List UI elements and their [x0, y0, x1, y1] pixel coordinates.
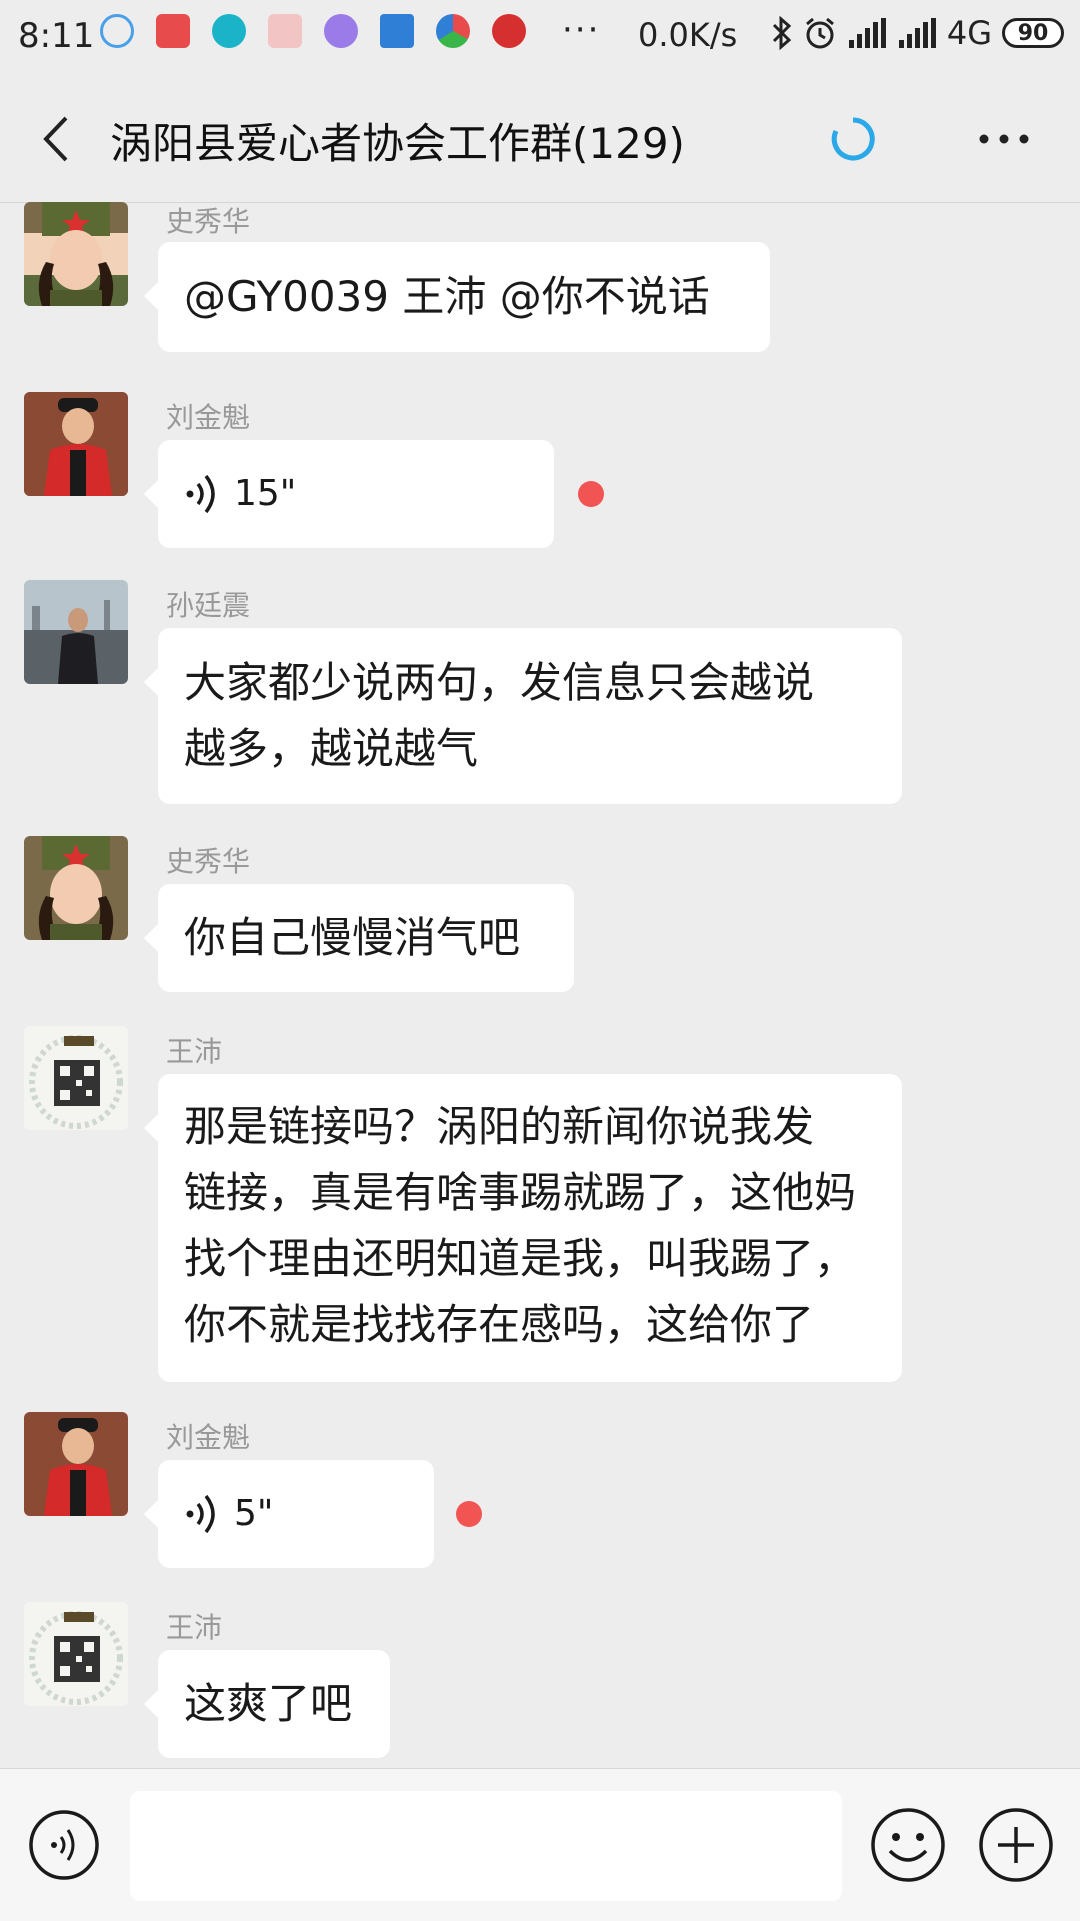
message-bubble[interactable]: 这爽了吧 [144, 1650, 390, 1758]
app-notification-icon [156, 14, 190, 48]
message-input[interactable] [130, 1791, 842, 1901]
message-line: 越多，越说越气 [184, 724, 479, 773]
qq-notification-icon [100, 14, 134, 48]
alarm-icon [805, 17, 834, 49]
unread-voice-dot [578, 481, 604, 507]
loading-spinner-icon [831, 117, 875, 161]
input-bar [0, 1768, 1080, 1921]
qr-badge-avatar-icon [24, 1026, 128, 1130]
browser-notification-icon [212, 14, 246, 48]
message-list[interactable]: 史秀华 @GY0039 王沛 @你不说话 刘金魁 15" 孙廷震 大家都少说两句… [0, 202, 1080, 1768]
bluetooth-icon [772, 16, 792, 50]
avatar[interactable] [24, 1026, 128, 1130]
qr-badge-avatar-icon [24, 1602, 128, 1706]
red-vest-avatar-icon [24, 1412, 128, 1516]
network-type: 4G [946, 14, 992, 52]
back-arrow-icon[interactable] [36, 114, 76, 164]
message-bubble[interactable]: @GY0039 王沛 @你不说话 [144, 242, 770, 352]
avatar[interactable] [24, 1602, 128, 1706]
sender-name: 王沛 [166, 1611, 223, 1644]
sender-name: 刘金魁 [166, 1421, 251, 1454]
message-bubble[interactable]: 那是链接吗？涡阳的新闻你说我发 链接，真是有啥事踢就踢了，这他妈 找个理由还明知… [144, 1074, 902, 1382]
signal-icon [848, 18, 886, 48]
more-options-icon[interactable] [976, 116, 1032, 162]
sender-name: 史秀华 [166, 205, 251, 238]
river-photo-avatar-icon [24, 580, 128, 684]
app-notification-icon [380, 14, 414, 48]
message-bubble[interactable]: 大家都少说两句，发信息只会越说 越多，越说越气 [144, 628, 902, 804]
message-line: 链接，真是有啥事踢就踢了，这他妈 [184, 1168, 857, 1217]
plus-icon[interactable] [978, 1807, 1054, 1883]
sender-name: 史秀华 [166, 845, 251, 878]
soldier-avatar-icon [24, 836, 128, 940]
voice-duration: 15" [234, 473, 297, 514]
avatar[interactable] [24, 202, 128, 306]
soldier-avatar-icon [38, 202, 114, 306]
signal-icon [898, 18, 936, 48]
more-notifications-icon: ··· [562, 10, 601, 50]
system-status: 4G 90 [771, 14, 1064, 52]
avatar[interactable] [24, 392, 128, 496]
message-line: 你不就是找找存在感吗，这给你了 [184, 1300, 815, 1349]
sender-name: 王沛 [166, 1035, 223, 1068]
voice-input-icon[interactable] [28, 1809, 100, 1881]
voice-message-bubble[interactable]: 15" [144, 440, 554, 548]
app-notification-icon [268, 14, 302, 48]
chat-header: 涡阳县爱心者协会工作群(129) [0, 76, 1080, 203]
battery-icon: 90 [1002, 18, 1064, 48]
voice-wave-icon [186, 1494, 215, 1534]
avatar[interactable] [24, 580, 128, 684]
app-notification-icon [436, 14, 470, 48]
avatar[interactable] [24, 836, 128, 940]
status-bar: 8:11 ··· 0.0K/s 4G 90 [0, 0, 1080, 76]
emoji-icon[interactable] [870, 1807, 946, 1883]
video-notification-icon [324, 14, 358, 48]
sender-name: 孙廷震 [166, 589, 251, 622]
message-line: 大家都少说两句，发信息只会越说 [184, 658, 815, 707]
unread-voice-dot [456, 1501, 482, 1527]
network-speed: 0.0K/s [638, 16, 738, 54]
status-time: 8:11 [18, 16, 95, 56]
message-bubble[interactable]: 你自己慢慢消气吧 [144, 884, 574, 992]
voice-wave-icon [186, 474, 215, 514]
voice-message-bubble[interactable]: 5" [144, 1460, 434, 1568]
avatar[interactable] [24, 1412, 128, 1516]
message-line: 那是链接吗？涡阳的新闻你说我发 [184, 1102, 815, 1151]
voice-duration: 5" [234, 1493, 274, 1534]
red-vest-avatar-icon [24, 392, 128, 496]
app-notification-icon [492, 14, 526, 48]
message-line: 找个理由还明知道是我，叫我踢了， [184, 1234, 857, 1283]
sender-name: 刘金魁 [166, 401, 251, 434]
chat-title: 涡阳县爱心者协会工作群(129) [110, 119, 685, 168]
notification-icons [100, 14, 526, 48]
